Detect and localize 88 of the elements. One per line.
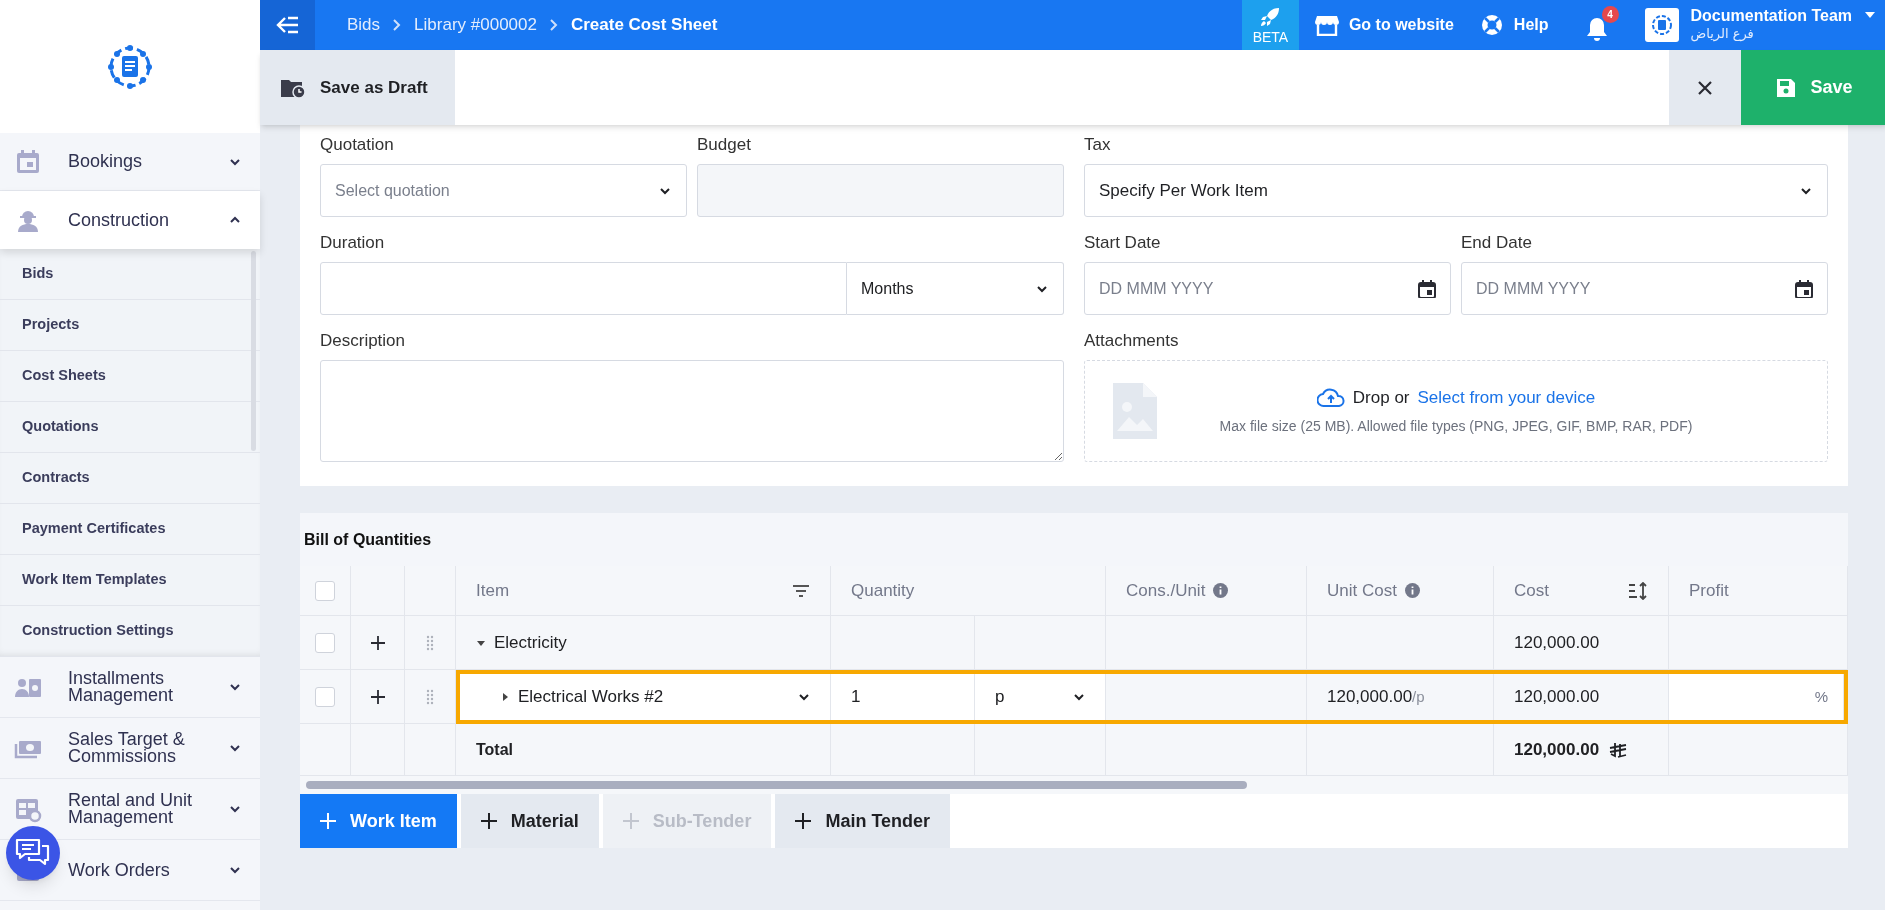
add-button[interactable]: Main Tender	[775, 794, 951, 848]
scrollbar-thumb[interactable]	[251, 251, 256, 451]
breadcrumb-link[interactable]: Bids	[347, 12, 381, 38]
plus-icon	[622, 813, 639, 829]
field-label: Description	[320, 331, 407, 351]
column-header: Unit Cost	[1327, 579, 1397, 602]
quantity-input[interactable]: 1	[831, 670, 975, 724]
date-field[interactable]: DD MMM YYYY	[1084, 262, 1451, 315]
website-link[interactable]: Go to website	[1314, 13, 1454, 37]
sidebar-item[interactable]: Sales Target & Commissions	[0, 718, 260, 779]
upload-prompt: Drop or	[1352, 386, 1410, 409]
column-header: Item	[476, 579, 510, 602]
filter-icon[interactable]	[792, 583, 810, 598]
breadcrumb-link[interactable]: Library #000002	[414, 12, 537, 38]
checkbox[interactable]	[315, 687, 335, 708]
column-header: Cost	[1514, 579, 1549, 602]
unit-suffix: /p	[1412, 687, 1425, 708]
column-header: Profit	[1689, 579, 1729, 602]
bell-icon	[1584, 16, 1609, 42]
field-label: Attachments	[1084, 331, 1180, 351]
profit-input[interactable]: %	[1669, 670, 1848, 724]
upload-hint: Max file size (25 MB). Allowed file types (PNG, JPEG, GIF, BMP, RAR, PDF)	[1219, 417, 1693, 437]
sort-icon[interactable]	[1628, 581, 1648, 600]
field-label: End Date	[1461, 233, 1533, 253]
drag-handle-icon[interactable]	[426, 689, 434, 706]
cloud-upload-icon	[1316, 386, 1345, 409]
drag-handle-icon[interactable]	[426, 635, 434, 652]
sidebar-subitem[interactable]: Work Item Templates	[0, 555, 260, 606]
column-header: Cons./Unit	[1126, 579, 1206, 602]
text-area[interactable]	[320, 360, 1064, 462]
storefront-icon	[1314, 14, 1339, 36]
checkbox[interactable]	[315, 581, 335, 602]
field-label: Start Date	[1084, 233, 1162, 253]
plus-icon[interactable]	[370, 690, 385, 705]
calendar-icon	[1795, 279, 1813, 298]
checkbox[interactable]	[315, 633, 335, 654]
dropdown-field[interactable]: Select quotation	[320, 164, 687, 217]
image-file-icon	[1113, 383, 1157, 439]
input-field[interactable]	[320, 262, 847, 315]
unit-select[interactable]: p	[975, 670, 1106, 724]
calendar-icon	[1418, 279, 1436, 298]
scrollbar-thumb[interactable]	[306, 781, 1247, 789]
field-label: Tax	[1084, 135, 1112, 155]
caret-right-icon[interactable]	[500, 692, 510, 702]
select-field[interactable]: Specify Per Work Item	[1084, 164, 1828, 217]
caret-down-icon	[1864, 10, 1876, 20]
plus-icon	[320, 813, 336, 829]
calendar-icon	[14, 147, 42, 176]
add-button[interactable]: Work Item	[300, 794, 457, 848]
table-cell: 120,000.00	[1494, 670, 1669, 724]
table-cell: 120,000.00	[1494, 616, 1669, 670]
sidebar-item[interactable]: Construction	[0, 191, 260, 249]
column-header: Quantity	[851, 579, 915, 602]
avatar-logo-icon	[1649, 13, 1674, 37]
field-label: Budget	[697, 135, 752, 155]
rocket-icon	[1259, 6, 1282, 28]
plus-icon	[480, 813, 497, 829]
date-field[interactable]: DD MMM YYYY	[1461, 262, 1828, 315]
item-select[interactable]: Electrical Works #2	[456, 670, 831, 724]
unit-select[interactable]: Months	[847, 262, 1064, 315]
sidebar-subitem[interactable]: Construction Settings	[0, 606, 260, 657]
item-name: Electricity	[494, 631, 567, 654]
sidebar-subitem[interactable]: Payment Certificates	[0, 504, 260, 555]
section-title: Bill of Quantities	[304, 529, 432, 550]
field-label: Quotation	[320, 135, 395, 155]
sidebar-subitem[interactable]: Contracts	[0, 453, 260, 504]
notification-count: 4	[1601, 6, 1619, 23]
help-link[interactable]: Help	[1479, 13, 1549, 37]
back-button[interactable]	[260, 0, 315, 50]
sidebar-item[interactable]: Installments Management	[0, 657, 260, 718]
total-label: Total	[456, 724, 831, 776]
close-icon	[1697, 79, 1713, 96]
chevron-right-icon	[548, 18, 559, 32]
close-button[interactable]	[1669, 50, 1741, 125]
plus-icon	[795, 813, 812, 829]
currency-icon	[1609, 741, 1628, 758]
upload-area[interactable]: Drop or Select from your device Max file size (25 MB). Allowed file types (PNG, JPEG, GIF, BMP, RAR, PDF)	[1084, 360, 1828, 462]
breadcrumb-current: Create Cost Sheet	[570, 14, 718, 37]
lifebuoy-icon	[1479, 13, 1504, 37]
total-value: 120,000.00	[1514, 738, 1600, 761]
back-arrow-icon	[275, 16, 300, 34]
chevron-right-icon	[392, 18, 403, 32]
add-button[interactable]: Material	[460, 794, 599, 848]
plus-icon[interactable]	[370, 636, 385, 651]
save-draft-button[interactable]: Save as Draft	[260, 50, 455, 125]
table-cell-text: 120,000.00	[1327, 686, 1413, 709]
select-file-link[interactable]: Select from your device	[1417, 384, 1596, 411]
field-label: Duration	[320, 233, 386, 253]
